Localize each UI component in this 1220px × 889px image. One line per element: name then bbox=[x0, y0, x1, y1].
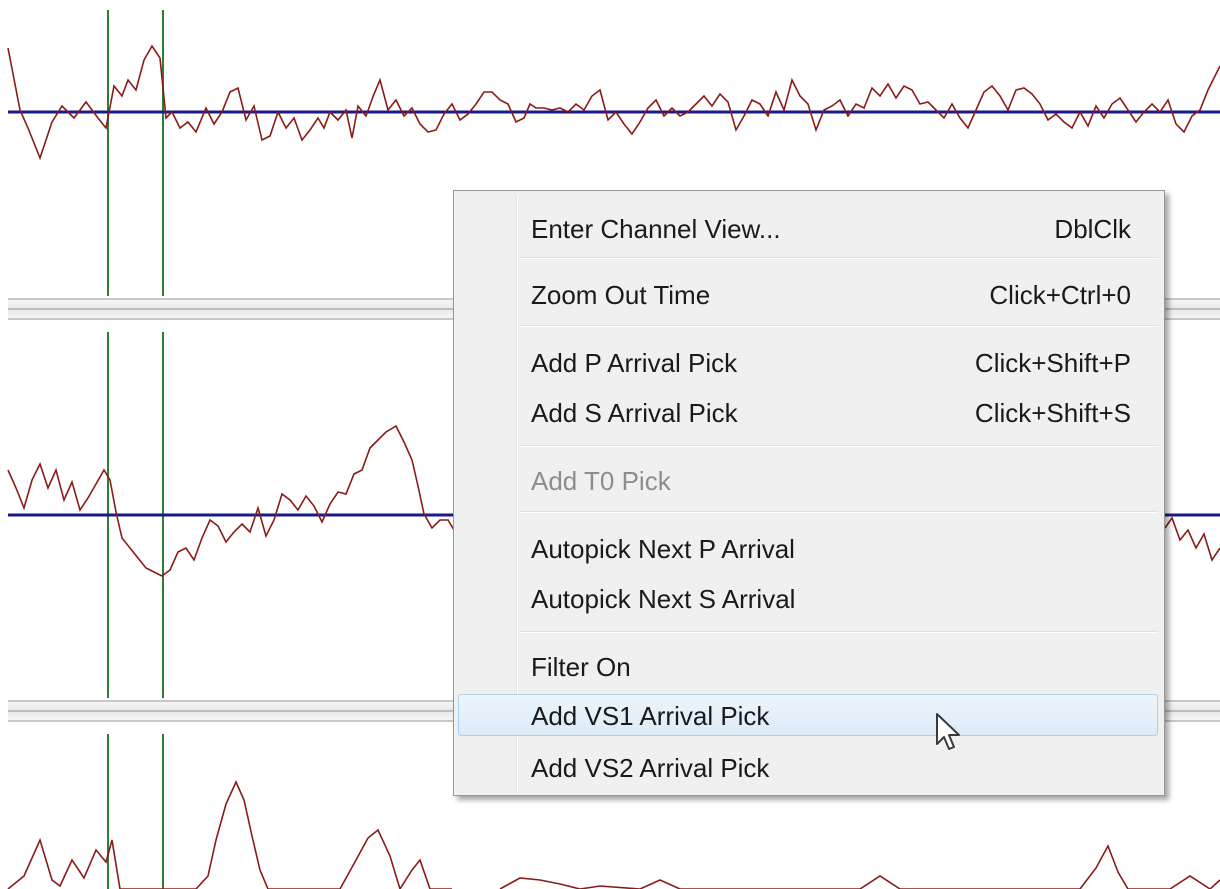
menu-item-label: Enter Channel View... bbox=[531, 214, 781, 244]
menu-item-autopick-next-s-arrival[interactable]: Autopick Next S Arrival bbox=[458, 577, 1158, 619]
menu-item-label: Add S Arrival Pick bbox=[531, 398, 738, 428]
menu-item-label: Autopick Next S Arrival bbox=[531, 584, 796, 614]
menu-item-add-vs1-arrival-pick[interactable]: Add VS1 Arrival Pick bbox=[458, 694, 1158, 736]
menu-separator bbox=[520, 257, 1158, 259]
menu-item-label: Filter On bbox=[531, 652, 631, 682]
menu-item-shortcut: DblClk bbox=[1054, 214, 1131, 244]
context-menu: Enter Channel View... DblClk Zoom Out Ti… bbox=[453, 190, 1165, 796]
channel-waveform bbox=[7, 44, 1220, 161]
menu-item-autopick-next-p-arrival[interactable]: Autopick Next P Arrival bbox=[458, 527, 1158, 569]
menu-item-shortcut: Click+Shift+S bbox=[974, 398, 1131, 428]
menu-item-label: Add T0 Pick bbox=[531, 466, 671, 496]
menu-item-label: Add P Arrival Pick bbox=[531, 348, 738, 378]
channel-waveform bbox=[7, 424, 455, 577]
menu-item-label: Add VS2 Arrival Pick bbox=[531, 753, 770, 783]
menu-item-add-s-arrival-pick[interactable]: Add S Arrival Pick Click+Shift+S bbox=[458, 391, 1158, 433]
menu-item-add-p-arrival-pick[interactable]: Add P Arrival Pick Click+Shift+P bbox=[458, 341, 1158, 383]
menu-item-label: Zoom Out Time bbox=[531, 280, 711, 310]
menu-separator bbox=[520, 445, 1158, 447]
channel-waveform bbox=[1164, 516, 1220, 562]
menu-item-filter-on[interactable]: Filter On bbox=[458, 645, 1158, 687]
arrow-pointer-icon bbox=[936, 713, 960, 750]
channel-waveform bbox=[7, 780, 452, 889]
menu-separator bbox=[520, 631, 1158, 633]
menu-item-shortcut: Click+Ctrl+0 bbox=[989, 280, 1131, 310]
menu-separator bbox=[520, 325, 1158, 327]
menu-item-add-t0-pick: Add T0 Pick bbox=[458, 459, 1158, 501]
menu-separator bbox=[520, 511, 1158, 513]
channel-waveform bbox=[499, 844, 1220, 889]
menu-item-label: Add VS1 Arrival Pick bbox=[531, 701, 770, 731]
menu-item-enter-channel-view[interactable]: Enter Channel View... DblClk bbox=[458, 207, 1158, 249]
menu-item-add-vs2-arrival-pick[interactable]: Add VS2 Arrival Pick bbox=[458, 746, 1158, 788]
menu-item-label: Autopick Next P Arrival bbox=[531, 534, 795, 564]
menu-item-shortcut: Click+Shift+P bbox=[974, 348, 1131, 378]
menu-item-zoom-out-time[interactable]: Zoom Out Time Click+Ctrl+0 bbox=[458, 273, 1158, 315]
